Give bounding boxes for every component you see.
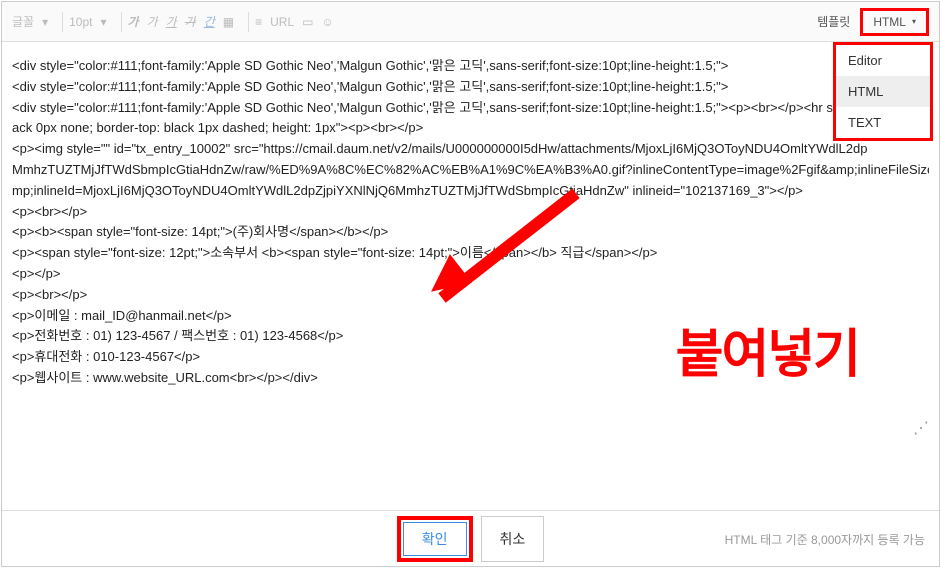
- code-line: MmhzTUZTMjJfTWdSbmpIcGtiaHdnZw/raw/%ED%9…: [12, 160, 929, 181]
- code-line: mp;inlineId=MjoxLjI6MjQ3OToyNDU4OmltYWdl…: [12, 181, 929, 202]
- code-line: <div style="color:#111;font-family:'Appl…: [12, 56, 929, 77]
- code-line: ack 0px none; border-top: black 1px dash…: [12, 118, 929, 139]
- url-button[interactable]: URL: [270, 15, 294, 29]
- template-button[interactable]: 템플릿: [817, 13, 850, 30]
- font-size-select[interactable]: 10pt: [69, 15, 92, 29]
- code-line: <div style="color:#111;font-family:'Appl…: [12, 77, 929, 98]
- mode-dropdown: Editor HTML TEXT: [833, 42, 933, 141]
- bottom-bar: 확인 취소 HTML 태그 기준 8,000자까지 등록 가능: [2, 510, 939, 566]
- toolbar: 글꼴 ▾ 10pt ▾ 가 가 가 가 간 ▦ ≡ URL ▭ ☺ 템플릿 HT…: [2, 2, 939, 42]
- dropdown-item-text[interactable]: TEXT: [836, 107, 930, 138]
- underline-button[interactable]: 가: [166, 13, 177, 30]
- mode-label: HTML: [873, 15, 906, 29]
- chevron-down-icon: ▾: [912, 17, 916, 26]
- code-line: <p><img style="" id="tx_entry_10002" src…: [12, 139, 929, 160]
- image-icon[interactable]: ▭: [302, 15, 313, 29]
- dropdown-item-html[interactable]: HTML: [836, 76, 930, 107]
- emoji-icon[interactable]: ☺: [321, 15, 333, 29]
- char-limit-hint: HTML 태그 기준 8,000자까지 등록 가능: [725, 531, 925, 548]
- cancel-button[interactable]: 취소: [481, 516, 545, 562]
- palette-icon[interactable]: ▦: [223, 15, 234, 29]
- align-icon[interactable]: ≡: [255, 15, 262, 29]
- separator: [62, 12, 63, 32]
- font-family-select[interactable]: 글꼴: [12, 13, 34, 30]
- separator: [121, 12, 122, 32]
- chevron-down-icon: ▾: [42, 15, 48, 29]
- resize-handle-icon[interactable]: ⋰: [913, 416, 929, 442]
- bold-button[interactable]: 가: [128, 13, 139, 30]
- confirm-highlight: 확인: [397, 516, 473, 562]
- confirm-button[interactable]: 확인: [403, 522, 467, 556]
- color-button[interactable]: 간: [204, 13, 215, 30]
- dropdown-item-editor[interactable]: Editor: [836, 45, 930, 76]
- chevron-down-icon: ▾: [100, 15, 106, 29]
- italic-button[interactable]: 가: [147, 13, 158, 30]
- code-line: <div style="color:#111;font-family:'Appl…: [12, 98, 929, 119]
- editor-window: 글꼴 ▾ 10pt ▾ 가 가 가 가 간 ▦ ≡ URL ▭ ☺ 템플릿 HT…: [1, 1, 940, 567]
- separator: [248, 12, 249, 32]
- annotation-arrow: [437, 232, 587, 352]
- button-group: 확인 취소: [397, 516, 545, 562]
- annotation-text: 붙여넣기: [676, 312, 859, 387]
- strike-button[interactable]: 가: [185, 13, 196, 30]
- code-line: <p><br></p>: [12, 202, 929, 223]
- mode-select-button[interactable]: HTML ▾: [860, 8, 929, 36]
